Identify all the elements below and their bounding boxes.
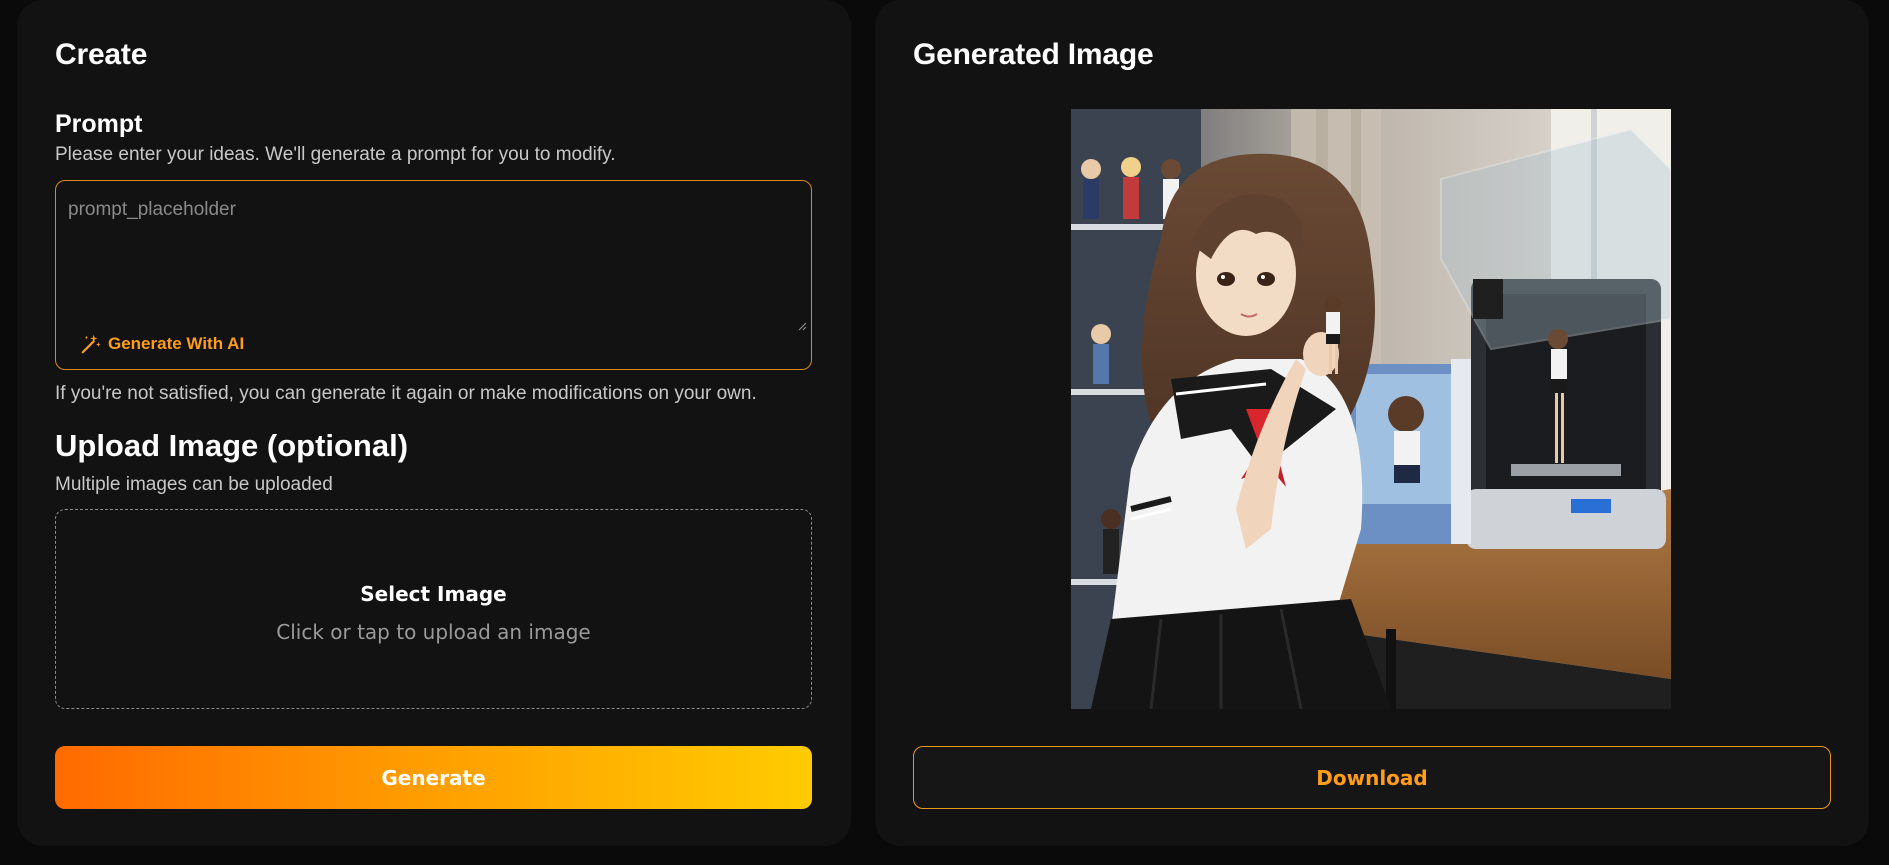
download-button[interactable]: Download bbox=[913, 746, 1831, 809]
select-image-sublabel: Click or tap to upload an image bbox=[276, 620, 591, 644]
resize-handle-icon[interactable] bbox=[797, 321, 807, 331]
upload-title: Upload Image (optional) bbox=[55, 428, 409, 463]
result-panel: Generated Image Download bbox=[875, 0, 1869, 846]
generate-button[interactable]: Generate bbox=[55, 746, 812, 809]
select-image-label: Select Image bbox=[360, 582, 507, 606]
prompt-hint: Please enter your ideas. We'll generate … bbox=[55, 144, 616, 165]
upload-hint: Multiple images can be uploaded bbox=[55, 474, 333, 495]
app-root: Create Prompt Please enter your ideas. W… bbox=[0, 0, 1889, 865]
magic-wand-icon bbox=[81, 334, 101, 354]
prompt-box: Generate With AI bbox=[55, 180, 812, 370]
generated-image bbox=[1071, 109, 1671, 709]
image-upload-dropzone[interactable]: Select Image Click or tap to upload an i… bbox=[55, 509, 812, 709]
regenerate-hint: If you're not satisfied, you can generat… bbox=[55, 383, 757, 404]
prompt-title: Prompt bbox=[55, 110, 143, 138]
generated-image-title: Generated Image bbox=[913, 38, 1154, 71]
generate-with-ai-label: Generate With AI bbox=[108, 334, 245, 353]
prompt-input[interactable] bbox=[56, 181, 811, 331]
generate-with-ai-button[interactable]: Generate With AI bbox=[80, 333, 244, 355]
create-panel: Create Prompt Please enter your ideas. W… bbox=[17, 0, 851, 846]
create-title: Create bbox=[55, 38, 148, 71]
generated-image-illustration bbox=[1071, 109, 1671, 709]
